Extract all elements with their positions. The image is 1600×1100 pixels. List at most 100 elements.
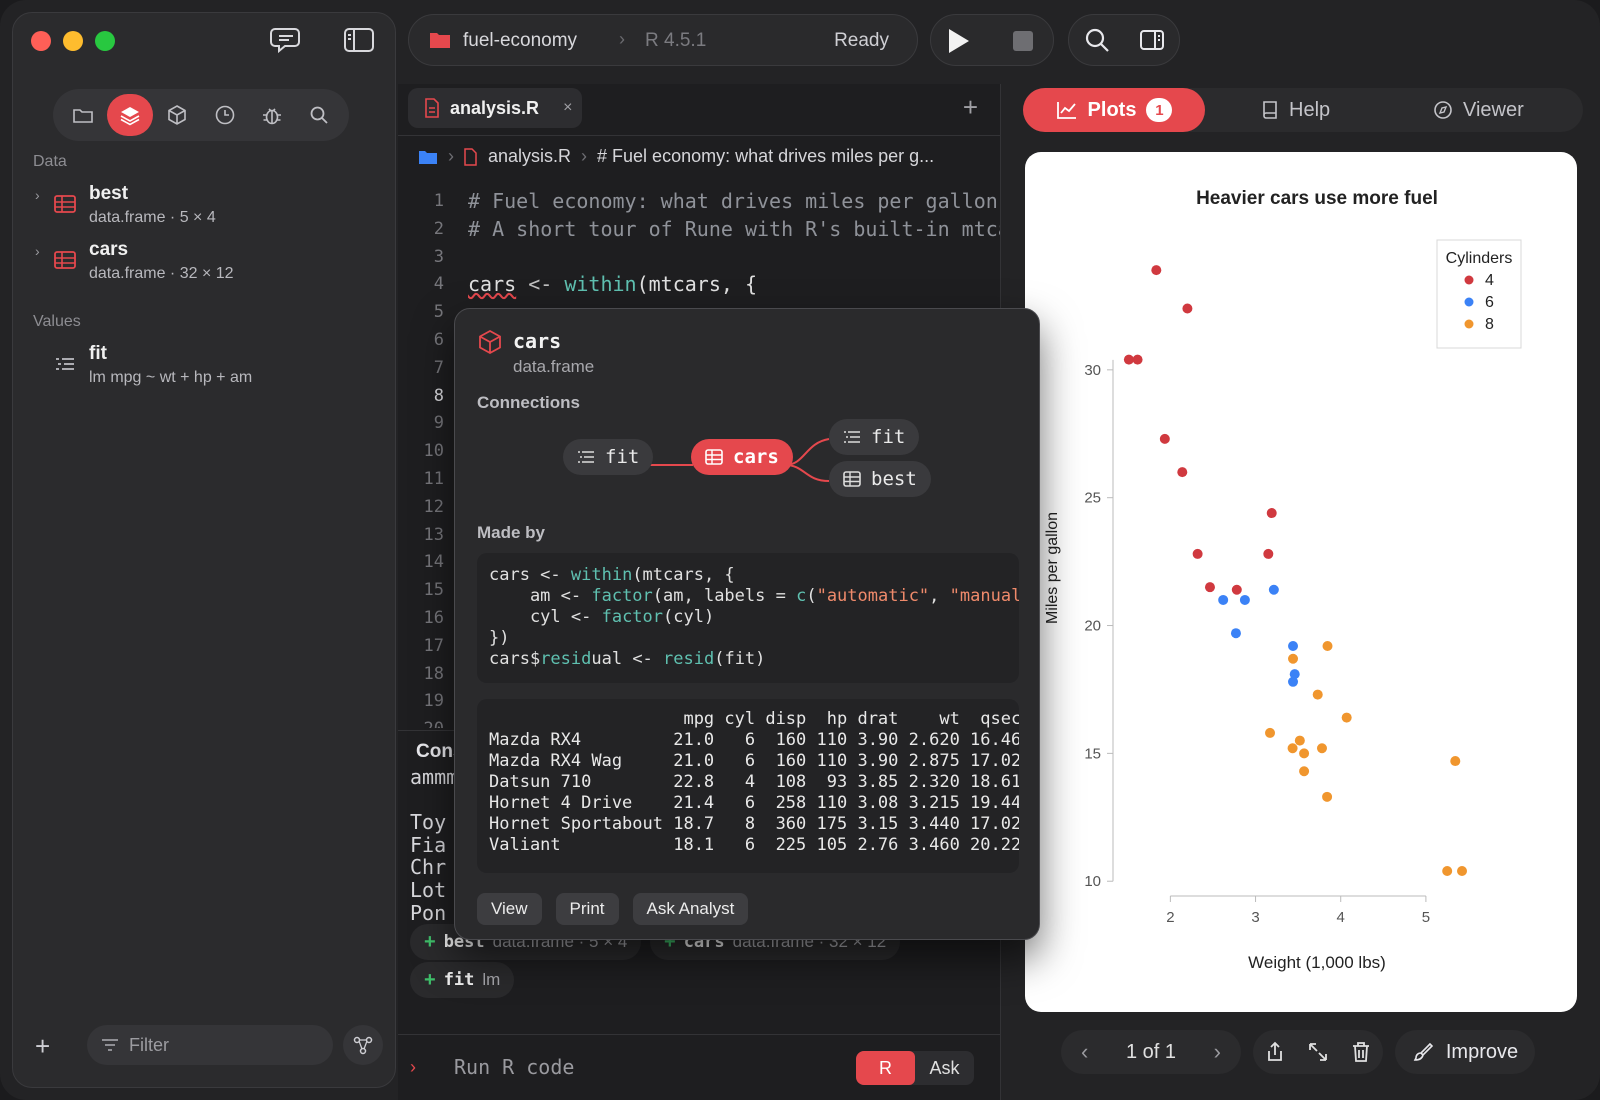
data-point-cyl-4 — [1192, 548, 1203, 559]
folder-icon[interactable] — [418, 149, 438, 165]
tab-analysis-r[interactable]: analysis.R × — [408, 88, 582, 128]
code-line: 2 # A short tour of Rune with R's built-i… — [398, 216, 1000, 244]
chat-icon[interactable] — [269, 25, 305, 55]
tab-history[interactable] — [202, 94, 248, 136]
data-point-cyl-4 — [1151, 265, 1162, 276]
chevron-right-icon[interactable]: › — [1214, 1039, 1221, 1065]
chip-name: fit — [443, 970, 475, 990]
stop-icon[interactable] — [1013, 31, 1033, 51]
node-label: fit — [605, 446, 640, 468]
tab-viewer[interactable]: Viewer — [1433, 88, 1524, 132]
tab-label: analysis.R — [450, 97, 540, 118]
env-item-fit[interactable]: fit lm mpg ~ wt + hp + am — [33, 341, 373, 391]
table-header: mpg cyl disp hp drat wt qsec — [489, 709, 1019, 729]
graph-view-button[interactable] — [343, 1025, 383, 1065]
values-section-heading: Values — [33, 313, 81, 330]
plot-canvas: Heavier cars use more fuel 10 15 20 25 30 2 3 4 5… — [1025, 152, 1577, 1012]
connections-graph-edges — [637, 438, 830, 482]
output-tabs: Plots 1 Help Viewer — [1023, 88, 1583, 132]
data-point-cyl-8 — [1312, 689, 1323, 700]
plus-icon: + — [424, 930, 436, 953]
file-icon — [464, 147, 477, 166]
zoom-window-button[interactable] — [95, 31, 115, 51]
view-button[interactable]: View — [477, 893, 542, 925]
panel-toggle-icon[interactable] — [1138, 26, 1166, 54]
chevron-right-icon[interactable]: › — [35, 187, 40, 203]
filter-input[interactable]: Filter — [87, 1025, 333, 1065]
compass-icon — [1434, 101, 1452, 119]
code-line: am <- factor(am, labels = c("automatic",… — [489, 586, 1019, 607]
legend-title: Cylinders — [1446, 250, 1513, 267]
line-number: 15 — [423, 580, 444, 601]
sidebar-toggle-icon[interactable] — [341, 25, 377, 55]
breadcrumb-symbol[interactable]: # Fuel economy: what drives miles per g.… — [597, 146, 934, 167]
add-button[interactable]: + — [35, 1031, 50, 1062]
table-icon — [54, 195, 76, 213]
close-window-button[interactable] — [31, 31, 51, 51]
data-point-cyl-4 — [1182, 303, 1193, 314]
breadcrumb-file[interactable]: analysis.R — [488, 146, 571, 167]
tab-files[interactable] — [60, 94, 106, 136]
r-version: R 4.5.1 — [645, 30, 707, 51]
play-icon[interactable] — [949, 29, 969, 53]
x-tick-label: 5 — [1422, 909, 1430, 926]
data-section-heading: Data — [33, 153, 67, 170]
table-icon — [705, 449, 723, 465]
toolbar-actions — [1068, 14, 1180, 66]
code-token: cyl <- — [489, 607, 602, 627]
trash-icon[interactable] — [1349, 1040, 1373, 1064]
console-line: Chr — [410, 855, 447, 880]
chevron-left-icon[interactable]: ‹ — [1081, 1039, 1088, 1065]
ask-analyst-button[interactable]: Ask Analyst — [632, 893, 749, 925]
y-axis-label: Miles per gallon — [1044, 512, 1061, 624]
output-pane: Plots 1 Help Viewer Heavier cars use mor… — [1000, 84, 1600, 1100]
line-number: 8 — [433, 385, 444, 406]
created-object-fit[interactable]: + fit lm — [410, 962, 515, 998]
y-tick-label: 15 — [1084, 745, 1101, 762]
prompt-input[interactable]: Run R code — [454, 1055, 574, 1079]
sidebar-footer: + Filter — [27, 1025, 383, 1065]
legend-marker — [1464, 297, 1474, 307]
line-number: 10 — [423, 441, 444, 462]
improve-button[interactable]: Improve — [1395, 1030, 1535, 1074]
line-number: 9 — [433, 413, 444, 434]
legend-label: 6 — [1485, 294, 1494, 311]
data-point-cyl-4 — [1266, 508, 1277, 519]
chevron-right-icon[interactable]: › — [35, 243, 40, 259]
code-line: cars$residual <- resid(fit) — [489, 649, 1007, 670]
minimize-window-button[interactable] — [63, 31, 83, 51]
mode-r-button[interactable]: R — [856, 1051, 915, 1085]
legend-label: 4 — [1485, 272, 1494, 289]
tab-search[interactable] — [296, 94, 342, 136]
console-line: Lot — [410, 877, 447, 902]
tab-plots[interactable]: Plots 1 — [1023, 88, 1205, 132]
x-tick-label: 2 — [1166, 909, 1174, 926]
search-icon[interactable] — [1083, 26, 1111, 54]
list-icon — [844, 431, 860, 443]
code-token: }) — [489, 628, 510, 648]
add-tab-button[interactable]: + — [963, 92, 978, 123]
project-selector[interactable]: fuel-economy › R 4.5.1 Ready — [408, 14, 918, 66]
mode-ask-button[interactable]: Ask — [915, 1051, 974, 1085]
print-button[interactable]: Print — [555, 893, 619, 925]
tab-help[interactable]: Help — [1261, 88, 1330, 132]
node-label: cars — [733, 446, 779, 468]
table-row: Valiant 18.1 6 225 105 2.76 3.460 20.22 — [489, 835, 1019, 855]
connection-node-cars[interactable]: cars — [691, 439, 793, 475]
tab-packages[interactable] — [154, 94, 200, 136]
tab-environment[interactable] — [106, 94, 153, 136]
plot-pager: ‹ 1 of 1 › — [1061, 1030, 1241, 1074]
expand-icon[interactable] — [1306, 1040, 1330, 1064]
data-point-cyl-8 — [1288, 653, 1299, 664]
env-item-cars[interactable]: › cars data.frame · 32 × 12 — [33, 237, 373, 287]
connection-node-best[interactable]: best — [829, 461, 931, 497]
connection-node-fit-output[interactable]: fit — [829, 419, 920, 455]
connection-node-fit-input[interactable]: fit — [563, 439, 654, 475]
env-item-best[interactable]: › best data.frame · 5 × 4 — [33, 181, 373, 231]
data-point-cyl-8 — [1316, 743, 1327, 754]
tab-debug[interactable] — [249, 94, 295, 136]
data-point-cyl-8 — [1457, 865, 1468, 876]
share-icon[interactable] — [1263, 1040, 1287, 1064]
close-tab-icon[interactable]: × — [563, 99, 572, 117]
